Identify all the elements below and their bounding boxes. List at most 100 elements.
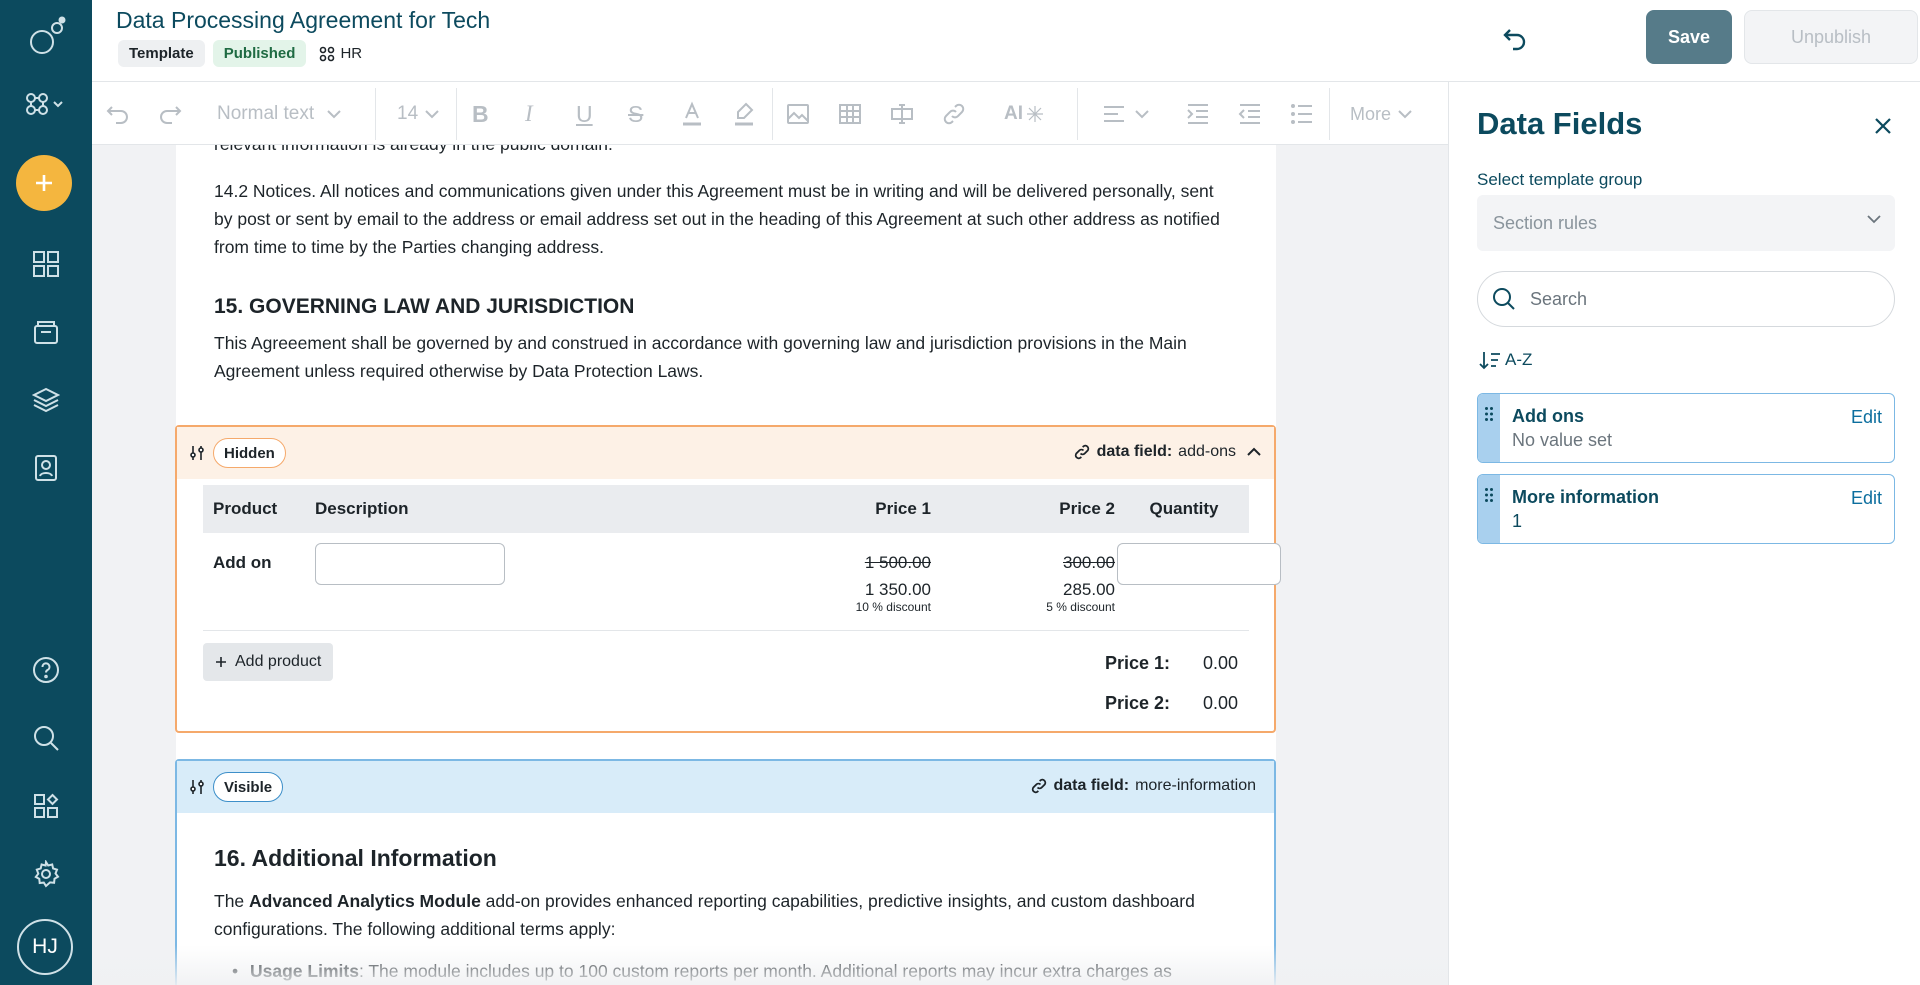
data-field-card[interactable]: Add ons No value set Edit: [1477, 393, 1895, 463]
document-title[interactable]: Data Processing Agreement for Tech: [116, 7, 490, 34]
quantity-input[interactable]: [1117, 543, 1281, 585]
insert-image-icon[interactable]: [786, 94, 810, 134]
para-16-bold: Advanced Analytics Module: [249, 891, 481, 911]
price-1-cell: 1 500.00 1 350.00 10 % discount: [819, 553, 931, 614]
save-button[interactable]: Save: [1646, 10, 1732, 64]
data-field-card[interactable]: More information 1 Edit: [1477, 474, 1895, 544]
search-icon[interactable]: [0, 714, 92, 762]
field-search[interactable]: [1477, 271, 1895, 327]
undo-icon[interactable]: [106, 94, 130, 134]
text-color-icon[interactable]: [680, 94, 704, 134]
close-icon[interactable]: [1865, 108, 1901, 144]
align-dropdown[interactable]: [1102, 94, 1150, 134]
contacts-icon[interactable]: [0, 444, 92, 492]
integrations-icon[interactable]: [0, 782, 92, 830]
search-icon: [1493, 288, 1515, 310]
paragraph-notices[interactable]: 14.2 Notices. All notices and communicat…: [214, 177, 1234, 261]
bold-icon[interactable]: B: [472, 94, 489, 134]
group-tag[interactable]: HR: [318, 45, 362, 63]
text-style-dropdown[interactable]: Normal text: [217, 94, 342, 134]
more-label: More: [1350, 103, 1392, 124]
unpublish-button[interactable]: Unpublish: [1744, 10, 1918, 64]
data-field-link[interactable]: data field: add-ons: [1073, 443, 1262, 461]
workspace-switcher-icon[interactable]: [0, 80, 92, 128]
user-avatar[interactable]: HJ: [17, 919, 73, 975]
redo-icon[interactable]: [158, 94, 182, 134]
section-rules-icon[interactable]: [189, 444, 205, 462]
left-rail: HJ: [0, 0, 92, 985]
insert-table-icon[interactable]: [838, 94, 862, 134]
price-1-original: 1 500.00: [864, 553, 931, 572]
settings-icon[interactable]: [0, 850, 92, 898]
template-group-select[interactable]: Section rules: [1477, 195, 1895, 251]
drag-handle-icon[interactable]: [1478, 475, 1500, 543]
visible-conditional-section[interactable]: Visible data field: more-information 16.…: [175, 759, 1276, 985]
section-rules-icon[interactable]: [189, 778, 205, 796]
sort-icon: [1479, 352, 1500, 370]
toolbar-divider: [375, 88, 376, 140]
heading-additional-information[interactable]: 16. Additional Information: [214, 845, 497, 872]
description-input[interactable]: [315, 543, 505, 585]
section-header: Visible data field: more-information: [177, 761, 1274, 813]
create-new-button[interactable]: [16, 155, 72, 211]
hidden-badge[interactable]: Hidden: [213, 438, 286, 468]
templates-layers-icon[interactable]: [0, 376, 92, 424]
col-description: Description: [315, 499, 409, 518]
chevron-up-icon[interactable]: [1246, 447, 1262, 457]
hidden-conditional-section[interactable]: Hidden data field: add-ons Product Descr…: [175, 425, 1281, 733]
heading-governing-law[interactable]: 15. GOVERNING LAW AND JURISDICTION: [214, 295, 634, 319]
paragraph-public-domain[interactable]: relevant information is already in the p…: [214, 145, 1234, 158]
insert-link-icon[interactable]: [942, 94, 966, 134]
outdent-icon[interactable]: [1238, 94, 1262, 134]
total-price-2-value: 0.00: [1202, 693, 1238, 713]
highlight-icon[interactable]: [732, 94, 756, 134]
product-name: Add on: [213, 553, 272, 572]
ai-label: AI: [1004, 103, 1023, 124]
chevron-down-icon: [1398, 110, 1412, 119]
indent-icon[interactable]: [1186, 94, 1210, 134]
visible-badge[interactable]: Visible: [213, 772, 284, 802]
sort-button[interactable]: A-Z: [1479, 350, 1532, 370]
template-chip: Template: [118, 40, 205, 67]
template-group-value: Section rules: [1493, 212, 1598, 233]
edit-field-button[interactable]: Edit: [1851, 488, 1882, 509]
para-16-pre: The: [214, 891, 250, 911]
text-style-label: Normal text: [217, 103, 315, 124]
documents-icon[interactable]: [0, 308, 92, 356]
paragraph-governing-law[interactable]: This Agreeement shall be governed by and…: [214, 329, 1234, 385]
bullet-icon: •: [232, 961, 239, 981]
italic-icon[interactable]: I: [525, 94, 533, 134]
data-field-prefix: data field:: [1053, 777, 1130, 794]
search-input[interactable]: [1530, 288, 1850, 310]
dashboard-icon[interactable]: [0, 240, 92, 288]
more-tools-dropdown[interactable]: More: [1350, 94, 1413, 134]
bullet-text: : The module includes up to 100 custom r…: [358, 961, 1172, 981]
font-size-dropdown[interactable]: 14: [397, 94, 440, 134]
drag-handle-icon[interactable]: [1478, 394, 1500, 462]
data-field-link[interactable]: data field: more-information: [1030, 777, 1256, 795]
app-logo-icon[interactable]: [0, 14, 92, 62]
revert-button[interactable]: [1496, 20, 1534, 58]
section-header: Hidden data field: add-ons: [177, 427, 1274, 479]
chevron-down-icon: [425, 110, 439, 119]
ai-assist-button[interactable]: AI: [1004, 94, 1045, 134]
template-group-label: Select template group: [1477, 170, 1643, 189]
link-icon: [1031, 778, 1046, 794]
bullet-list-icon[interactable]: [1290, 94, 1314, 134]
help-icon[interactable]: [0, 646, 92, 694]
bullet-bold: Usage Limits: [250, 961, 359, 981]
editor-toolbar: Normal text 14 B I U S AI More: [92, 82, 1448, 145]
toolbar-divider: [456, 88, 457, 140]
paragraph-additional-information[interactable]: The Advanced Analytics Module add-on pro…: [214, 887, 1234, 943]
underline-icon[interactable]: U: [576, 94, 593, 134]
toolbar-divider: [772, 88, 773, 140]
strikethrough-icon[interactable]: S: [628, 94, 643, 134]
insert-data-field-icon[interactable]: [890, 94, 914, 134]
field-name: Add ons: [1512, 406, 1584, 426]
add-product-button[interactable]: Add product: [203, 643, 334, 681]
field-name: More information: [1512, 487, 1659, 507]
edit-field-button[interactable]: Edit: [1851, 407, 1882, 428]
toolbar-divider: [1077, 88, 1078, 140]
group-tag-label: HR: [340, 45, 363, 62]
list-item[interactable]: • Usage Limits: The module includes up to…: [232, 957, 1232, 985]
